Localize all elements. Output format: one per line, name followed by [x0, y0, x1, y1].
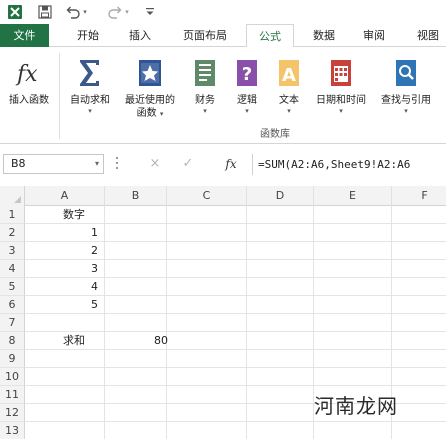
- row-header[interactable]: 12: [0, 404, 25, 422]
- insert-function-fx-icon[interactable]: fx: [221, 155, 241, 173]
- column-header-d[interactable]: D: [247, 186, 314, 206]
- column-header-e[interactable]: E: [314, 186, 392, 206]
- recent-functions-icon: [135, 57, 165, 89]
- financial-icon: [190, 57, 220, 89]
- row-header[interactable]: 9: [0, 350, 25, 368]
- row-header[interactable]: 1: [0, 206, 25, 224]
- row-header[interactable]: 5: [0, 278, 25, 296]
- text-label: 文本: [279, 95, 299, 106]
- insert-function-label: 插入函数: [9, 95, 49, 106]
- text-icon: A: [274, 57, 304, 89]
- cell-a6[interactable]: 5: [25, 296, 101, 314]
- logical-dropdown-icon[interactable]: ▾: [228, 107, 266, 116]
- row-header[interactable]: 13: [0, 422, 25, 439]
- formula-input[interactable]: =SUM(A2:A6,Sheet9!A2:A6: [258, 154, 446, 175]
- name-box-value: B8: [11, 157, 26, 170]
- grid-line: [25, 385, 446, 386]
- lookup-reference-icon: [391, 57, 421, 89]
- watermark-text: 河南龙网: [314, 394, 398, 418]
- date-time-button[interactable]: 日期和时间 ▾: [310, 51, 372, 123]
- insert-function-button[interactable]: fx 插入函数: [2, 51, 56, 123]
- tab-formulas[interactable]: 公式: [246, 24, 294, 48]
- logical-label: 逻辑: [237, 95, 257, 106]
- name-box[interactable]: B8 ▾: [3, 154, 104, 174]
- cell-a2[interactable]: 1: [25, 224, 101, 242]
- lookup-reference-button[interactable]: 查找与引用 ▾: [374, 51, 438, 123]
- autosum-icon: [75, 57, 105, 89]
- row-header[interactable]: 3: [0, 242, 25, 260]
- cell-b8[interactable]: 80: [105, 332, 171, 350]
- recently-used-button[interactable]: 最近使用的函数 ▾: [118, 51, 182, 123]
- row-header[interactable]: 4: [0, 260, 25, 278]
- column-header-f[interactable]: F: [392, 186, 446, 206]
- date-time-dropdown-icon[interactable]: ▾: [310, 107, 372, 116]
- financial-button[interactable]: 财务 ▾: [186, 51, 224, 123]
- name-box-dropdown-icon[interactable]: ▾: [95, 155, 99, 173]
- ribbon-separator: [59, 53, 60, 139]
- financial-dropdown-icon[interactable]: ▾: [186, 107, 224, 116]
- tab-data[interactable]: 数据: [302, 24, 346, 47]
- column-headers: A B C D E F: [0, 186, 446, 206]
- select-all-button[interactable]: [0, 186, 25, 206]
- row-header[interactable]: 6: [0, 296, 25, 314]
- cell-a8[interactable]: 求和: [63, 332, 105, 350]
- app-icon[interactable]: [6, 3, 24, 21]
- tab-review[interactable]: 审阅: [352, 24, 396, 47]
- tab-view[interactable]: 视图: [406, 24, 446, 47]
- lookup-reference-dropdown-icon[interactable]: ▾: [374, 107, 438, 116]
- financial-label: 财务: [195, 95, 215, 106]
- ribbon-formulas: fx 插入函数 自动求和▾ 最近使用的函数 ▾ 财务▾ ? 逻辑▾ A: [0, 47, 446, 144]
- autosum-label: 自动求和: [70, 95, 110, 106]
- logical-button[interactable]: ? 逻辑 ▾: [228, 51, 266, 123]
- logical-icon: ?: [232, 57, 262, 89]
- text-dropdown-icon[interactable]: ▾: [270, 107, 308, 116]
- undo-dropdown-icon[interactable]: ▾: [80, 3, 90, 21]
- tab-file[interactable]: 文件: [0, 24, 49, 47]
- row-header[interactable]: 2: [0, 224, 25, 242]
- formula-bar-grip-icon[interactable]: [115, 157, 119, 171]
- ribbon-tabs: 文件 开始 插入 页面布局 公式 数据 审阅 视图: [0, 24, 446, 48]
- grid-line: [25, 367, 446, 368]
- cell-a5[interactable]: 4: [25, 278, 101, 296]
- quick-access-toolbar: ▾ ▾: [0, 0, 446, 24]
- row-header[interactable]: 8: [0, 332, 25, 350]
- svg-text:A: A: [282, 65, 296, 86]
- insert-function-icon: fx: [14, 57, 44, 89]
- cell-a1[interactable]: 数字: [63, 206, 105, 224]
- row-header[interactable]: 7: [0, 314, 25, 332]
- column-header-b[interactable]: B: [105, 186, 167, 206]
- formula-bar-divider: [252, 154, 253, 175]
- cell-a4[interactable]: 3: [25, 260, 101, 278]
- date-time-icon: [326, 57, 356, 89]
- function-library-group-label: 函数库: [260, 129, 290, 140]
- lookup-reference-label: 查找与引用: [381, 95, 431, 106]
- column-header-a[interactable]: A: [25, 186, 105, 206]
- tab-insert[interactable]: 插入: [118, 24, 162, 47]
- row-header[interactable]: 10: [0, 368, 25, 386]
- save-icon[interactable]: [36, 3, 54, 21]
- autosum-button[interactable]: 自动求和 ▾: [62, 51, 118, 123]
- date-time-label: 日期和时间: [316, 95, 366, 106]
- redo-dropdown-icon[interactable]: ▾: [122, 3, 132, 21]
- svg-text:fx: fx: [15, 62, 38, 87]
- recently-used-dropdown-icon[interactable]: ▾: [160, 110, 164, 118]
- text-button[interactable]: A 文本 ▾: [270, 51, 308, 123]
- customize-caret-icon[interactable]: [144, 3, 156, 21]
- grid-line: [25, 421, 446, 422]
- recently-used-label: 最近使用的: [125, 95, 175, 106]
- tab-home[interactable]: 开始: [66, 24, 110, 47]
- enter-icon[interactable]: ✓: [178, 155, 198, 173]
- column-header-c[interactable]: C: [167, 186, 247, 206]
- autosum-dropdown-icon[interactable]: ▾: [62, 107, 118, 116]
- tab-page-layout[interactable]: 页面布局: [172, 24, 238, 47]
- recently-used-label-line2: 函数: [136, 108, 157, 119]
- formula-bar: B8 ▾ × ✓ fx =SUM(A2:A6,Sheet9!A2:A6: [0, 144, 446, 186]
- row-header[interactable]: 11: [0, 386, 25, 404]
- svg-text:?: ?: [242, 64, 252, 85]
- cell-a3[interactable]: 2: [25, 242, 101, 260]
- cancel-icon[interactable]: ×: [145, 155, 165, 173]
